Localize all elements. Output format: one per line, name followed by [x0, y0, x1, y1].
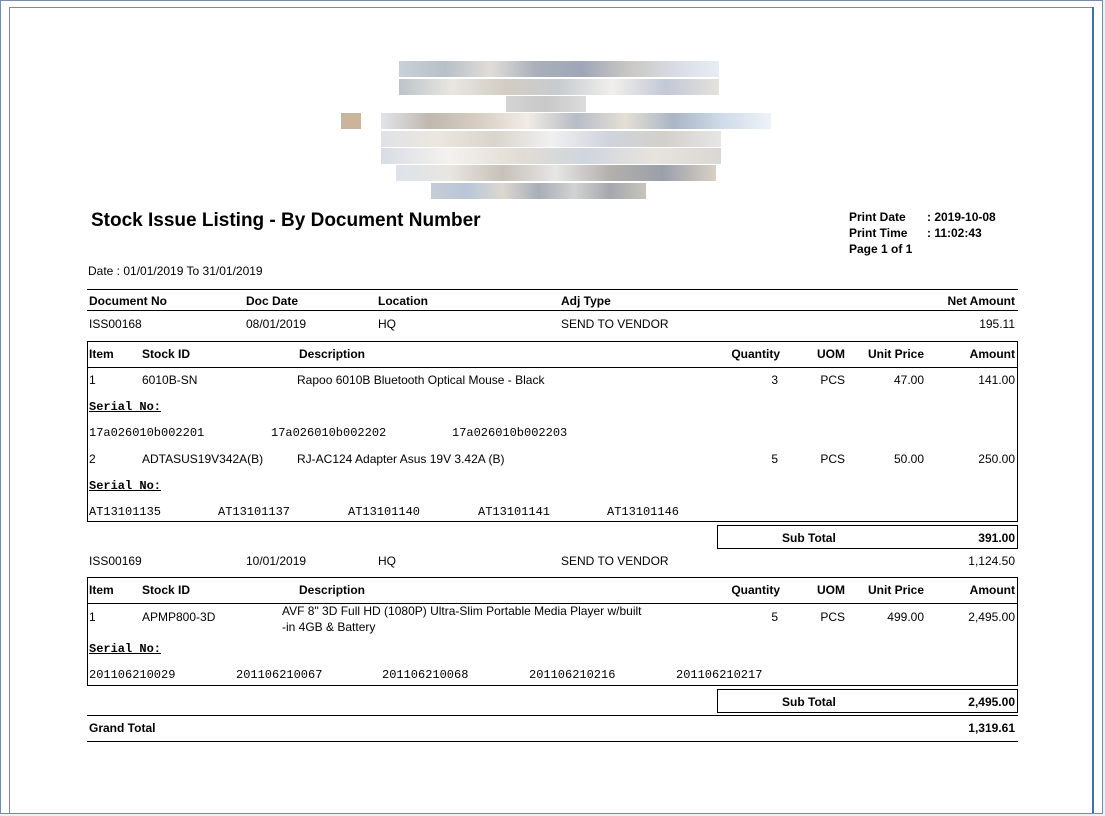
print-date-value: : 2019-10-08 — [927, 210, 996, 224]
col-item: Item — [89, 583, 114, 597]
col-stock-id: Stock ID — [142, 347, 191, 361]
col-uom: UOM — [817, 583, 845, 597]
grand-total-label: Grand Total — [89, 721, 156, 735]
company-logo-icon — [341, 59, 771, 201]
grand-total-top-rule — [87, 715, 1018, 716]
serial-no-label: Serial No: — [89, 479, 162, 493]
col-adj-type: Adj Type — [561, 294, 611, 308]
item-description: RJ-AC124 Adapter Asus 19V 3.42A (B) — [297, 452, 505, 466]
items-box — [87, 367, 1018, 522]
item-amount: 250.00 — [978, 452, 1015, 466]
doc-date: 08/01/2019 — [246, 317, 307, 331]
sub-total-value: 391.00 — [978, 531, 1015, 545]
print-date-label: Print Date — [849, 210, 906, 224]
doc-net-amount: 195.11 — [979, 317, 1015, 331]
item-number: 1 — [89, 373, 96, 387]
item-description-line1: AVF 8" 3D Full HD (1080P) Ultra-Slim Por… — [282, 604, 642, 618]
header-bottom-rule — [87, 310, 1018, 311]
serial-number: AT13101141 — [478, 505, 551, 519]
item-number: 2 — [89, 452, 96, 466]
serial-number: 17a026010b002202 — [271, 426, 387, 440]
item-quantity: 5 — [771, 610, 778, 624]
report-title: Stock Issue Listing - By Document Number — [91, 210, 481, 231]
col-description: Description — [299, 583, 366, 597]
col-amount: Amount — [969, 347, 1015, 361]
serial-number: AT13101146 — [607, 505, 680, 519]
col-unit-price: Unit Price — [867, 583, 924, 597]
serial-number: 201106210068 — [382, 668, 469, 682]
item-unit-price: 50.00 — [893, 452, 924, 466]
sub-total-label: Sub Total — [782, 531, 836, 545]
item-unit-price: 499.00 — [887, 610, 924, 624]
serial-no-label: Serial No: — [89, 642, 162, 656]
sub-total-value: 2,495.00 — [968, 695, 1015, 709]
grand-total-value: 1,319.61 — [968, 721, 1015, 735]
serial-number: AT13101135 — [89, 505, 162, 519]
col-quantity: Quantity — [731, 347, 780, 361]
col-unit-price: Unit Price — [867, 347, 924, 361]
date-range: Date : 01/01/2019 To 31/01/2019 — [88, 264, 263, 278]
item-unit-price: 47.00 — [893, 373, 924, 387]
item-quantity: 3 — [771, 373, 778, 387]
col-quantity: Quantity — [731, 583, 780, 597]
serial-number: 201106210029 — [89, 668, 176, 682]
print-time-label: Print Time — [849, 226, 908, 240]
report-viewer-frame: Stock Issue Listing - By Document Number… — [0, 0, 1103, 814]
item-stock-id: ADTASUS19V342A(B) — [142, 452, 264, 466]
serial-number: AT13101137 — [218, 505, 291, 519]
serial-number: 17a026010b002203 — [452, 426, 568, 440]
sub-total-label: Sub Total — [782, 695, 836, 709]
doc-location: HQ — [378, 554, 396, 568]
doc-adj-type: SEND TO VENDOR — [561, 317, 669, 331]
page-left-border — [9, 7, 10, 813]
item-stock-id: APMP800-3D — [142, 610, 216, 624]
col-document-no: Document No — [89, 294, 167, 308]
col-uom: UOM — [817, 347, 845, 361]
item-quantity: 5 — [771, 452, 778, 466]
page-top-border — [9, 7, 1094, 8]
doc-adj-type: SEND TO VENDOR — [561, 554, 669, 568]
page-right-border — [1092, 7, 1094, 813]
serial-number: 201106210216 — [529, 668, 616, 682]
print-time-value: : 11:02:43 — [927, 226, 982, 240]
col-description: Description — [299, 347, 366, 361]
item-uom: PCS — [820, 373, 845, 387]
doc-date: 10/01/2019 — [246, 554, 307, 568]
doc-no: ISS00169 — [89, 554, 142, 568]
doc-location: HQ — [378, 317, 396, 331]
item-number: 1 — [89, 610, 96, 624]
header-top-rule — [87, 289, 1018, 290]
item-amount: 2,495.00 — [968, 610, 1015, 624]
col-amount: Amount — [969, 583, 1015, 597]
serial-no-label: Serial No: — [89, 400, 162, 414]
item-description-line2: -in 4GB & Battery — [282, 620, 376, 634]
col-location: Location — [378, 294, 428, 308]
item-stock-id: 6010B-SN — [142, 373, 198, 387]
serial-number: 17a026010b002201 — [89, 426, 205, 440]
doc-net-amount: 1,124.50 — [968, 554, 1015, 568]
page-number: Page 1 of 1 — [849, 242, 913, 256]
doc-no: ISS00168 — [89, 317, 142, 331]
col-item: Item — [89, 347, 114, 361]
serial-number: 201106210217 — [676, 668, 763, 682]
item-description: Rapoo 6010B Bluetooth Optical Mouse - Bl… — [297, 373, 545, 387]
item-uom: PCS — [820, 452, 845, 466]
col-doc-date: Doc Date — [246, 294, 299, 308]
item-uom: PCS — [820, 610, 845, 624]
col-stock-id: Stock ID — [142, 583, 191, 597]
grand-total-bottom-rule — [87, 741, 1018, 742]
serial-number: AT13101140 — [348, 505, 421, 519]
col-net-amount: Net Amount — [947, 294, 1015, 308]
item-amount: 141.00 — [978, 373, 1015, 387]
serial-number: 201106210067 — [236, 668, 323, 682]
